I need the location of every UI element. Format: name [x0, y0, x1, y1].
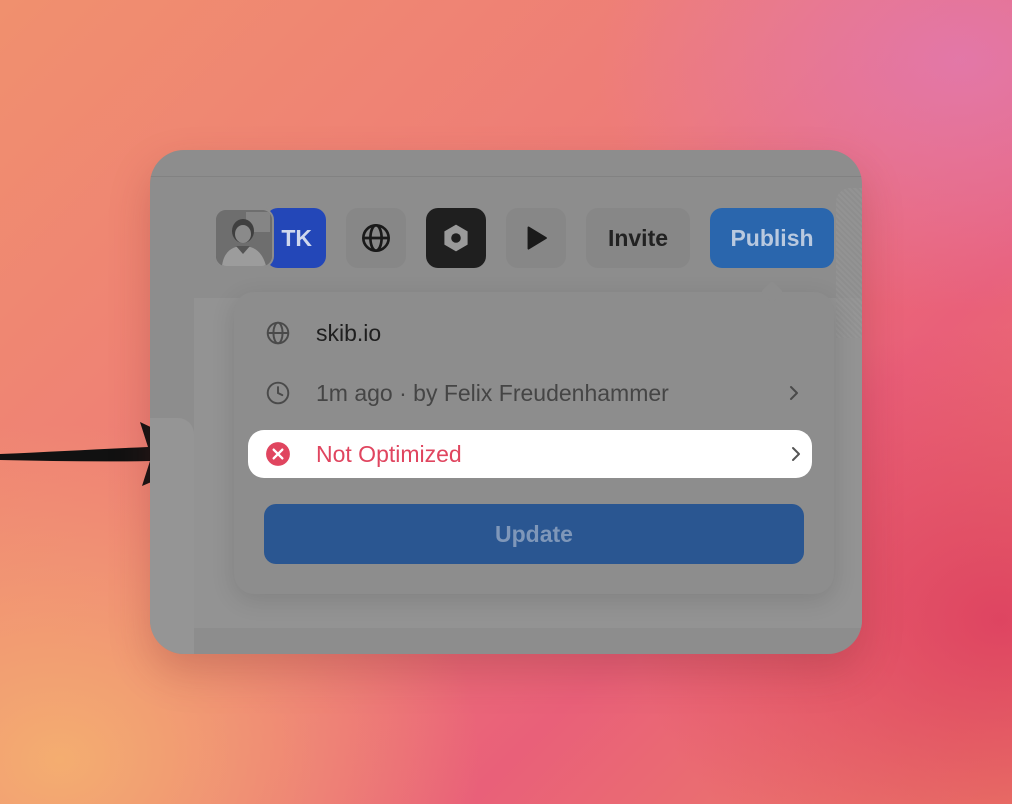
dropdown-notch [760, 280, 784, 304]
framer-hexagon-icon [444, 224, 468, 252]
status-text: Not Optimized [316, 440, 462, 467]
version-history-row[interactable]: 1m ago · by Felix Freudenhammer [264, 370, 804, 416]
optimization-status-row[interactable]: Not Optimized [248, 430, 812, 478]
canvas-shape-right [836, 188, 862, 338]
user-photo-icon [216, 210, 272, 266]
publish-label: Publish [730, 224, 814, 251]
toolbar: TK Invite Publish [214, 208, 834, 268]
globe-icon [362, 224, 390, 252]
clock-icon [264, 379, 292, 407]
preview-domain-button[interactable] [346, 208, 406, 268]
app-window: TK Invite Publish skib.io 1m ago · by Fe… [150, 150, 862, 654]
avatar-initials[interactable]: TK [266, 208, 326, 268]
canvas-left-panel [150, 418, 194, 654]
avatar-initials-text: TK [281, 224, 312, 251]
collaborator-avatars[interactable]: TK [214, 208, 326, 268]
framer-settings-button[interactable] [426, 208, 486, 268]
domain-text: skib.io [316, 319, 382, 346]
globe-icon [264, 319, 292, 347]
domain-row[interactable]: skib.io [264, 310, 804, 356]
avatar[interactable] [214, 208, 274, 268]
chevron-right-icon [784, 383, 804, 403]
chevron-right-icon [786, 444, 806, 464]
play-icon [527, 226, 547, 250]
preview-play-button[interactable] [506, 208, 566, 268]
update-button[interactable]: Update [264, 504, 804, 564]
window-divider [150, 176, 862, 177]
publish-dropdown: skib.io 1m ago · by Felix Freudenhammer [234, 280, 834, 594]
publish-button[interactable]: Publish [710, 208, 834, 268]
invite-label: Invite [607, 224, 669, 251]
update-label: Update [495, 520, 573, 547]
invite-button[interactable]: Invite [586, 208, 690, 268]
history-text: 1m ago · by Felix Freudenhammer [316, 379, 669, 406]
error-x-circle-icon [264, 440, 292, 468]
